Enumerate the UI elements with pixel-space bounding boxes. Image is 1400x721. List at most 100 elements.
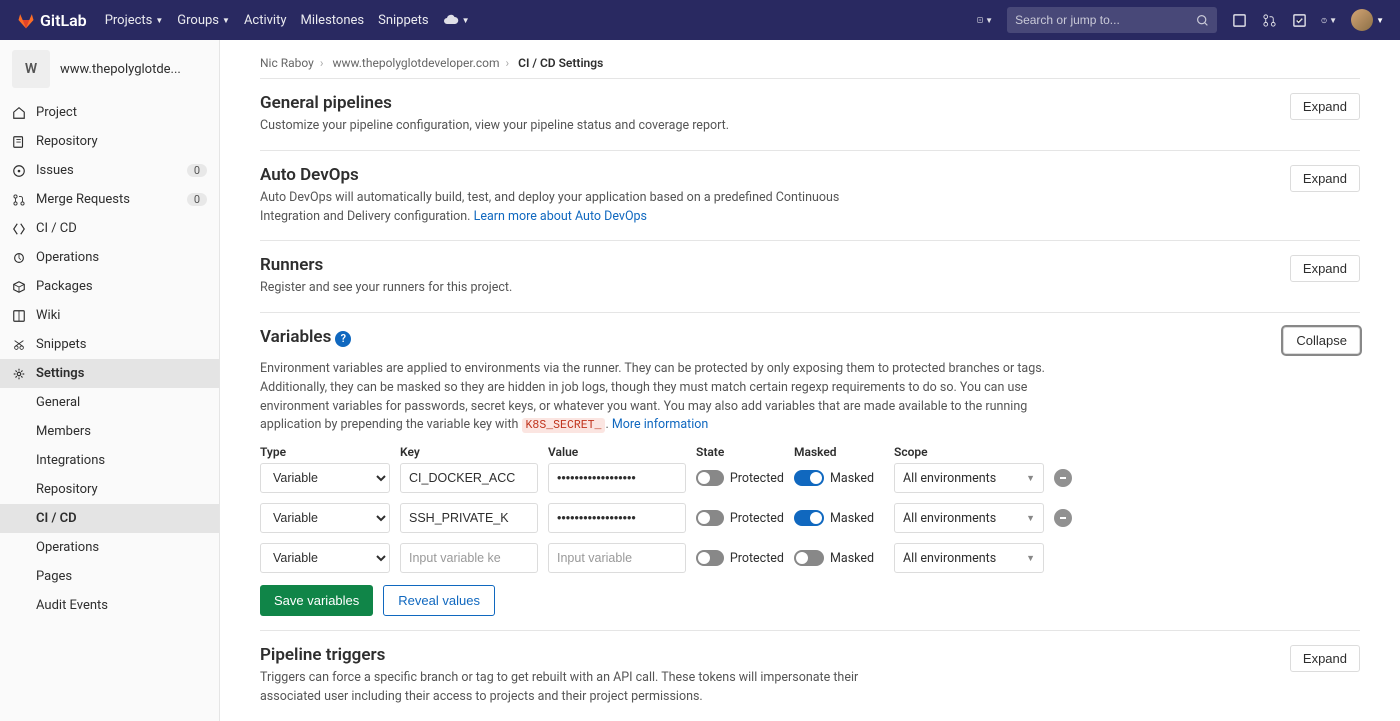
remove-button[interactable]: [1054, 469, 1072, 487]
project-header[interactable]: W www.thepolyglotde...: [0, 40, 219, 98]
sidebar-item-label: Project: [36, 105, 207, 120]
sidebar-item-settings[interactable]: Settings: [0, 359, 219, 388]
state-label: Protected: [730, 511, 784, 526]
topbar-right: ▼ ?▼ ▼: [977, 7, 1384, 33]
sidebar-item-packages[interactable]: Packages: [0, 272, 219, 301]
col-header-masked: Masked: [794, 445, 884, 459]
section-pipeline-triggers: Pipeline triggers Triggers can force a s…: [260, 631, 1360, 721]
protected-toggle[interactable]: [696, 550, 724, 566]
sidebar-sub-operations[interactable]: Operations: [0, 533, 219, 562]
sidebar-item-merge-requests[interactable]: Merge Requests0: [0, 185, 219, 214]
help-icon[interactable]: ?: [335, 331, 351, 347]
save-variables-button[interactable]: Save variables: [260, 585, 373, 616]
sidebar-item-repository[interactable]: Repository: [0, 127, 219, 156]
sidebar-sub-members[interactable]: Members: [0, 417, 219, 446]
masked-toggle[interactable]: [794, 510, 824, 526]
avatar: [1351, 9, 1373, 31]
crumb-current: CI / CD Settings: [518, 56, 603, 70]
home-icon: [12, 106, 26, 120]
sidebar-sub-integrations[interactable]: Integrations: [0, 446, 219, 475]
sidebar-item-label: Operations: [36, 250, 207, 265]
type-select[interactable]: Variable: [260, 503, 390, 533]
nav-milestones[interactable]: Milestones: [301, 12, 365, 28]
section-title: General pipelines: [260, 93, 729, 113]
topbar: GitLab Projects▼ Groups▼ Activity Milest…: [0, 0, 1400, 40]
scope-select[interactable]: All environments▼: [894, 503, 1044, 533]
more-info-link[interactable]: More information: [612, 417, 708, 432]
sidebar-item-snippets[interactable]: Snippets: [0, 330, 219, 359]
sidebar-sub-repository[interactable]: Repository: [0, 475, 219, 504]
search-box[interactable]: [1007, 7, 1217, 33]
learn-more-link[interactable]: Learn more about Auto DevOps: [474, 209, 647, 224]
protected-toggle[interactable]: [696, 470, 724, 486]
project-avatar: W: [12, 50, 50, 88]
chevron-down-icon: ▼: [1329, 16, 1337, 25]
scope-select[interactable]: All environments▼: [894, 463, 1044, 493]
value-input[interactable]: [548, 543, 686, 573]
nav-activity[interactable]: Activity: [244, 12, 287, 28]
section-desc: Environment variables are applied to env…: [260, 360, 1080, 435]
brand-text: GitLab: [40, 11, 87, 30]
sidebar-item-project[interactable]: Project: [0, 98, 219, 127]
sidebar-item-label: Merge Requests: [36, 192, 177, 207]
breadcrumbs: Nic Raboy› www.thepolyglotdeveloper.com›…: [260, 52, 1360, 78]
value-input[interactable]: [548, 463, 686, 493]
masked-label: Masked: [830, 511, 874, 526]
chevron-down-icon: ▼: [1376, 16, 1384, 25]
state-label: Protected: [730, 551, 784, 566]
gitlab-logo[interactable]: GitLab: [16, 10, 87, 30]
merge-request-icon[interactable]: [1261, 12, 1277, 28]
remove-button[interactable]: [1054, 509, 1072, 527]
chevron-down-icon: ▼: [155, 16, 163, 25]
masked-toggle[interactable]: [794, 470, 824, 486]
reveal-values-button[interactable]: Reveal values: [383, 585, 495, 616]
sidebar-item-label: Snippets: [36, 337, 207, 352]
key-input[interactable]: [400, 503, 538, 533]
sidebar-item-label: Packages: [36, 279, 207, 294]
key-input[interactable]: [400, 463, 538, 493]
expand-button[interactable]: Expand: [1290, 645, 1360, 672]
sidebar-item-label: Repository: [36, 134, 207, 149]
help-icon[interactable]: ?▼: [1321, 12, 1337, 28]
masked-toggle[interactable]: [794, 550, 824, 566]
expand-button[interactable]: Expand: [1290, 165, 1360, 192]
user-menu[interactable]: ▼: [1351, 9, 1384, 31]
cicd-icon: [12, 222, 26, 236]
table-header: Type Key Value State Masked Scope: [260, 445, 1360, 463]
key-input[interactable]: [400, 543, 538, 573]
nav-groups[interactable]: Groups▼: [177, 12, 230, 28]
section-desc: Register and see your runners for this p…: [260, 279, 512, 298]
sidebar-sub-ci-cd[interactable]: CI / CD: [0, 504, 219, 533]
section-desc: Customize your pipeline configuration, v…: [260, 117, 729, 136]
section-auto-devops: Auto DevOps Auto DevOps will automatical…: [260, 151, 1360, 242]
protected-toggle[interactable]: [696, 510, 724, 526]
crumb[interactable]: www.thepolyglotdeveloper.com: [332, 56, 499, 70]
crumb[interactable]: Nic Raboy: [260, 56, 314, 70]
nav-snippets[interactable]: Snippets: [378, 12, 429, 28]
col-header-value: Value: [548, 445, 686, 459]
section-title: Variables?: [260, 327, 1283, 347]
sidebar-item-ci-cd[interactable]: CI / CD: [0, 214, 219, 243]
sidebar-item-label: Wiki: [36, 308, 207, 323]
nav-web-ide[interactable]: ▼: [443, 12, 470, 28]
expand-button[interactable]: Expand: [1290, 255, 1360, 282]
search-input[interactable]: [1015, 13, 1196, 27]
type-select[interactable]: Variable: [260, 543, 390, 573]
sidebar-item-wiki[interactable]: Wiki: [0, 301, 219, 330]
value-input[interactable]: [548, 503, 686, 533]
collapse-button[interactable]: Collapse: [1283, 327, 1360, 354]
issues-icon[interactable]: [1231, 12, 1247, 28]
sidebar-item-issues[interactable]: Issues0: [0, 156, 219, 185]
sidebar-sub-pages[interactable]: Pages: [0, 562, 219, 591]
sidebar-sub-general[interactable]: General: [0, 388, 219, 417]
expand-button[interactable]: Expand: [1290, 93, 1360, 120]
scope-select[interactable]: All environments▼: [894, 543, 1044, 573]
sidebar-sub-audit-events[interactable]: Audit Events: [0, 591, 219, 620]
table-row-new: Variable Protected Masked All environmen…: [260, 543, 1360, 573]
snip-icon: [12, 338, 26, 352]
todo-icon[interactable]: [1291, 12, 1307, 28]
sidebar-item-operations[interactable]: Operations: [0, 243, 219, 272]
type-select[interactable]: Variable: [260, 463, 390, 493]
plus-icon[interactable]: ▼: [977, 12, 993, 28]
nav-projects[interactable]: Projects▼: [105, 12, 164, 28]
